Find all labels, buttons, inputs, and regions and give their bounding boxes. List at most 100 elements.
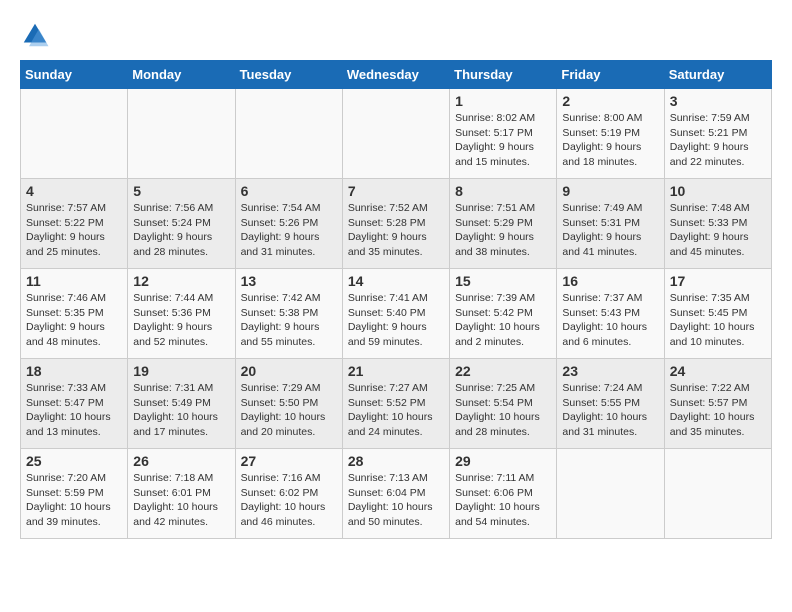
calendar-cell [128, 89, 235, 179]
calendar-cell: 28 Sunrise: 7:13 AM Sunset: 6:04 PM Dayli… [342, 449, 449, 539]
day-number: 20 [241, 363, 337, 379]
day-info: Sunrise: 7:42 AM Sunset: 5:38 PM Dayligh… [241, 291, 337, 350]
calendar-cell: 25 Sunrise: 7:20 AM Sunset: 5:59 PM Dayli… [21, 449, 128, 539]
calendar-cell: 10 Sunrise: 7:48 AM Sunset: 5:33 PM Dayli… [664, 179, 771, 269]
day-number: 4 [26, 183, 122, 199]
day-info: Sunrise: 7:16 AM Sunset: 6:02 PM Dayligh… [241, 471, 337, 530]
day-info: Sunrise: 7:51 AM Sunset: 5:29 PM Dayligh… [455, 201, 551, 260]
day-number: 7 [348, 183, 444, 199]
day-number: 28 [348, 453, 444, 469]
day-info: Sunrise: 8:02 AM Sunset: 5:17 PM Dayligh… [455, 111, 551, 170]
day-info: Sunrise: 7:31 AM Sunset: 5:49 PM Dayligh… [133, 381, 229, 440]
day-info: Sunrise: 7:13 AM Sunset: 6:04 PM Dayligh… [348, 471, 444, 530]
calendar-cell: 21 Sunrise: 7:27 AM Sunset: 5:52 PM Dayli… [342, 359, 449, 449]
day-number: 13 [241, 273, 337, 289]
day-number: 14 [348, 273, 444, 289]
day-number: 25 [26, 453, 122, 469]
calendar-cell: 11 Sunrise: 7:46 AM Sunset: 5:35 PM Dayli… [21, 269, 128, 359]
day-info: Sunrise: 7:25 AM Sunset: 5:54 PM Dayligh… [455, 381, 551, 440]
day-info: Sunrise: 7:11 AM Sunset: 6:06 PM Dayligh… [455, 471, 551, 530]
day-info: Sunrise: 7:29 AM Sunset: 5:50 PM Dayligh… [241, 381, 337, 440]
calendar-header: SundayMondayTuesdayWednesdayThursdayFrid… [21, 61, 772, 89]
week-row-1: 1 Sunrise: 8:02 AM Sunset: 5:17 PM Daylig… [21, 89, 772, 179]
day-number: 29 [455, 453, 551, 469]
header-day-friday: Friday [557, 61, 664, 89]
day-info: Sunrise: 7:20 AM Sunset: 5:59 PM Dayligh… [26, 471, 122, 530]
day-info: Sunrise: 7:41 AM Sunset: 5:40 PM Dayligh… [348, 291, 444, 350]
day-number: 10 [670, 183, 766, 199]
day-number: 2 [562, 93, 658, 109]
calendar-cell [342, 89, 449, 179]
week-row-5: 25 Sunrise: 7:20 AM Sunset: 5:59 PM Dayli… [21, 449, 772, 539]
calendar-cell: 3Sunrise: 7:59 AM Sunset: 5:21 PM Daylig… [664, 89, 771, 179]
day-number: 22 [455, 363, 551, 379]
calendar-cell [557, 449, 664, 539]
calendar-cell: 8 Sunrise: 7:51 AM Sunset: 5:29 PM Daylig… [450, 179, 557, 269]
day-info: Sunrise: 7:24 AM Sunset: 5:55 PM Dayligh… [562, 381, 658, 440]
calendar-cell: 16Sunrise: 7:37 AM Sunset: 5:43 PM Dayli… [557, 269, 664, 359]
calendar-cell: 5 Sunrise: 7:56 AM Sunset: 5:24 PM Daylig… [128, 179, 235, 269]
calendar-body: 1 Sunrise: 8:02 AM Sunset: 5:17 PM Daylig… [21, 89, 772, 539]
header-day-saturday: Saturday [664, 61, 771, 89]
day-number: 15 [455, 273, 551, 289]
calendar-cell: 29 Sunrise: 7:11 AM Sunset: 6:06 PM Dayli… [450, 449, 557, 539]
day-info: Sunrise: 7:44 AM Sunset: 5:36 PM Dayligh… [133, 291, 229, 350]
day-info: Sunrise: 7:27 AM Sunset: 5:52 PM Dayligh… [348, 381, 444, 440]
day-number: 17 [670, 273, 766, 289]
calendar-cell: 4Sunrise: 7:57 AM Sunset: 5:22 PM Daylig… [21, 179, 128, 269]
day-number: 6 [241, 183, 337, 199]
calendar-cell: 6 Sunrise: 7:54 AM Sunset: 5:26 PM Daylig… [235, 179, 342, 269]
calendar-cell: 15 Sunrise: 7:39 AM Sunset: 5:42 PM Dayli… [450, 269, 557, 359]
week-row-2: 4Sunrise: 7:57 AM Sunset: 5:22 PM Daylig… [21, 179, 772, 269]
day-info: Sunrise: 7:46 AM Sunset: 5:35 PM Dayligh… [26, 291, 122, 350]
day-info: Sunrise: 7:33 AM Sunset: 5:47 PM Dayligh… [26, 381, 122, 440]
day-number: 19 [133, 363, 229, 379]
calendar-cell: 23 Sunrise: 7:24 AM Sunset: 5:55 PM Dayli… [557, 359, 664, 449]
calendar-cell: 17 Sunrise: 7:35 AM Sunset: 5:45 PM Dayli… [664, 269, 771, 359]
calendar-cell [21, 89, 128, 179]
week-row-4: 18 Sunrise: 7:33 AM Sunset: 5:47 PM Dayli… [21, 359, 772, 449]
day-number: 8 [455, 183, 551, 199]
day-number: 21 [348, 363, 444, 379]
header-day-thursday: Thursday [450, 61, 557, 89]
calendar-cell: 26 Sunrise: 7:18 AM Sunset: 6:01 PM Dayli… [128, 449, 235, 539]
calendar-cell: 22 Sunrise: 7:25 AM Sunset: 5:54 PM Dayli… [450, 359, 557, 449]
calendar-cell: 2 Sunrise: 8:00 AM Sunset: 5:19 PM Daylig… [557, 89, 664, 179]
header-day-sunday: Sunday [21, 61, 128, 89]
day-number: 23 [562, 363, 658, 379]
logo-icon [20, 20, 50, 50]
day-number: 9 [562, 183, 658, 199]
day-number: 11 [26, 273, 122, 289]
calendar-cell [235, 89, 342, 179]
day-info: Sunrise: 7:37 AM Sunset: 5:43 PM Dayligh… [562, 291, 658, 350]
day-info: Sunrise: 7:22 AM Sunset: 5:57 PM Dayligh… [670, 381, 766, 440]
calendar-cell: 18 Sunrise: 7:33 AM Sunset: 5:47 PM Dayli… [21, 359, 128, 449]
page-header [20, 20, 772, 50]
day-info: Sunrise: 7:48 AM Sunset: 5:33 PM Dayligh… [670, 201, 766, 260]
day-info: Sunrise: 7:56 AM Sunset: 5:24 PM Dayligh… [133, 201, 229, 260]
day-info: Sunrise: 7:54 AM Sunset: 5:26 PM Dayligh… [241, 201, 337, 260]
calendar-table: SundayMondayTuesdayWednesdayThursdayFrid… [20, 60, 772, 539]
day-number: 26 [133, 453, 229, 469]
day-info: Sunrise: 8:00 AM Sunset: 5:19 PM Dayligh… [562, 111, 658, 170]
day-info: Sunrise: 7:18 AM Sunset: 6:01 PM Dayligh… [133, 471, 229, 530]
header-day-monday: Monday [128, 61, 235, 89]
week-row-3: 11 Sunrise: 7:46 AM Sunset: 5:35 PM Dayli… [21, 269, 772, 359]
day-number: 1 [455, 93, 551, 109]
calendar-cell: 27Sunrise: 7:16 AM Sunset: 6:02 PM Dayli… [235, 449, 342, 539]
calendar-cell: 1 Sunrise: 8:02 AM Sunset: 5:17 PM Daylig… [450, 89, 557, 179]
day-number: 5 [133, 183, 229, 199]
calendar-cell [664, 449, 771, 539]
day-info: Sunrise: 7:49 AM Sunset: 5:31 PM Dayligh… [562, 201, 658, 260]
day-info: Sunrise: 7:52 AM Sunset: 5:28 PM Dayligh… [348, 201, 444, 260]
day-info: Sunrise: 7:59 AM Sunset: 5:21 PM Dayligh… [670, 111, 766, 170]
header-day-tuesday: Tuesday [235, 61, 342, 89]
day-number: 18 [26, 363, 122, 379]
calendar-cell: 7 Sunrise: 7:52 AM Sunset: 5:28 PM Daylig… [342, 179, 449, 269]
calendar-cell: 14 Sunrise: 7:41 AM Sunset: 5:40 PM Dayli… [342, 269, 449, 359]
calendar-cell: 24Sunrise: 7:22 AM Sunset: 5:57 PM Dayli… [664, 359, 771, 449]
day-info: Sunrise: 7:39 AM Sunset: 5:42 PM Dayligh… [455, 291, 551, 350]
calendar-cell: 9 Sunrise: 7:49 AM Sunset: 5:31 PM Daylig… [557, 179, 664, 269]
calendar-cell: 13 Sunrise: 7:42 AM Sunset: 5:38 PM Dayli… [235, 269, 342, 359]
day-info: Sunrise: 7:35 AM Sunset: 5:45 PM Dayligh… [670, 291, 766, 350]
